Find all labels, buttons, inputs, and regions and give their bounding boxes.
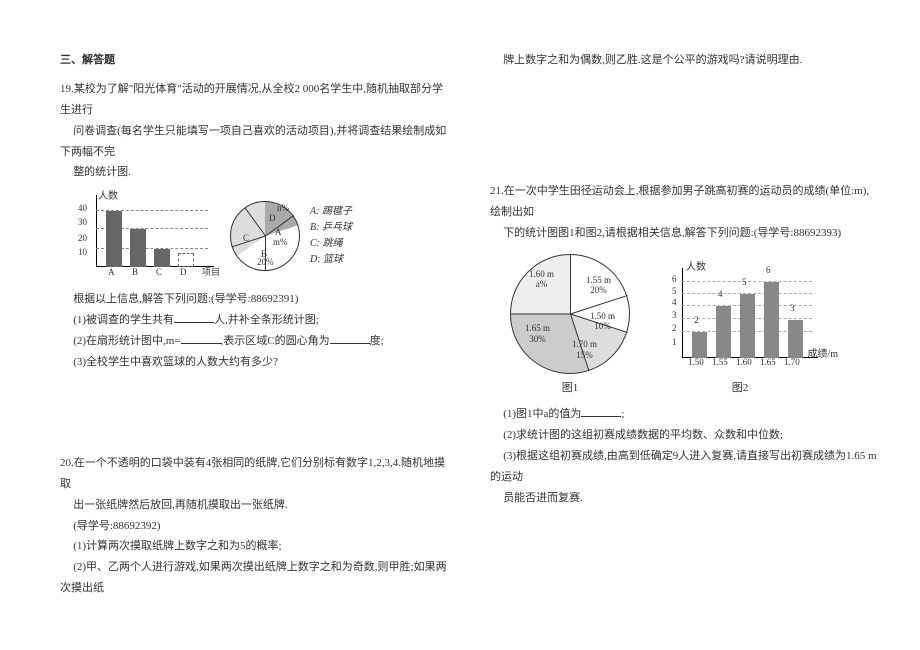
q19-bar-chart: 人数 10 20 30 40 A B C D: [70, 191, 220, 281]
q21-pie-chart: 1.55 m20% 1.50 m10% 1.70 m15% 1.65 m30%: [510, 254, 630, 374]
ytick: 20: [78, 230, 87, 247]
blank: [330, 333, 370, 344]
legend-C: C: 跳绳: [310, 236, 352, 252]
q20-part-a: (1)计算两次摸取纸牌上数字之和为5的概率;: [60, 536, 450, 557]
q20-stem-line2: 出一张纸牌然后放回,再随机摸取出一张纸牌.: [60, 495, 450, 516]
blank: [181, 333, 221, 344]
q20-stem-line1: 20.在一个不透明的口袋中装有4张相同的纸牌,它们分别标有数字1,2,3,4.随…: [60, 453, 450, 495]
bar-A: [106, 211, 122, 267]
q19-charts: 人数 10 20 30 40 A B C D: [70, 191, 450, 281]
q20-continuation: 牌上数字之和为偶数,则乙胜.这是个公平的游戏吗?请说明理由.: [490, 50, 880, 71]
left-column: 三、解答题 19.某校为了解"阳光体育"活动的开展情况,从全校2 000名学生中…: [60, 50, 450, 630]
q21-part-b: (2)求统计图的这组初赛成绩数据的平均数、众数和中位数;: [490, 425, 880, 446]
blank: [581, 406, 621, 417]
q19-legend: A: 踢毽子 B: 乒乓球 C: 跳绳 D: 篮球: [310, 204, 352, 268]
q21-stem-line1: 21.在一次中学生田径运动会上,根据参加男子跳高初赛的运动员的成绩(单位:m),…: [490, 181, 880, 223]
bar: [740, 294, 755, 358]
section-title: 三、解答题: [60, 50, 450, 71]
bar: [788, 320, 803, 358]
q21-pie-wrap: 1.55 m20% 1.50 m10% 1.70 m15% 1.65 m30%: [510, 254, 630, 399]
xtick: A: [108, 264, 115, 281]
q19-stem-line2: 问卷调查(每名学生只能填写一项自己喜欢的活动项目),并将调查结果绘制成如下两幅不…: [60, 121, 450, 163]
bar-B: [130, 229, 146, 267]
q21-caption2: 图2: [660, 378, 820, 399]
q19-prompt: 根据以上信息,解答下列问题:(导学号:88692391): [60, 289, 450, 310]
q19-part-a: (1)被调查的学生共有人,并补全条形统计图;: [60, 310, 450, 331]
bar: [764, 282, 779, 358]
q21-caption1: 图1: [510, 378, 630, 399]
q19-pie-chart: C D n% A m% B 20%: [230, 201, 300, 271]
xtick: C: [156, 264, 162, 281]
q21-part-a: (1)图1中a的值为;: [490, 404, 880, 425]
q20-part-b: (2)甲、乙两个人进行游戏,如果两次摸出纸牌上数字之和为奇数,则甲胜;如果两次摸…: [60, 557, 450, 599]
q21-bar-wrap: 人数 成绩/m 1 2 3 4 5 6: [660, 264, 820, 399]
q19-stem-line3: 整的统计图.: [60, 162, 450, 183]
q21-bar-chart: 人数 成绩/m 1 2 3 4 5 6: [660, 264, 820, 374]
q19-part-c: (3)全校学生中喜欢篮球的人数大约有多少?: [60, 352, 450, 373]
legend-B: B: 乒乓球: [310, 220, 352, 236]
q19-stem-line1: 19.某校为了解"阳光体育"活动的开展情况,从全校2 000名学生中,随机抽取部…: [60, 79, 450, 121]
problem-20: 20.在一个不透明的口袋中装有4张相同的纸牌,它们分别标有数字1,2,3,4.随…: [60, 453, 450, 599]
right-column: 牌上数字之和为偶数,则乙胜.这是个公平的游戏吗?请说明理由. 21.在一次中学生…: [490, 50, 880, 630]
ytick: 40: [78, 200, 87, 217]
problem-19: 19.某校为了解"阳光体育"活动的开展情况,从全校2 000名学生中,随机抽取部…: [60, 79, 450, 373]
content-columns: 三、解答题 19.某校为了解"阳光体育"活动的开展情况,从全校2 000名学生中…: [60, 50, 880, 630]
q19-part-b: (2)在扇形统计图中,m=,表示区域C的圆心角为度;: [60, 331, 450, 352]
q20-hint: (导学号:88692392): [60, 516, 450, 537]
legend-A: A: 踢毽子: [310, 204, 352, 220]
q21-part-c2: 员能否进而复赛.: [490, 488, 880, 509]
blank: [174, 312, 214, 323]
legend-D: D: 篮球: [310, 252, 352, 268]
xlabel: 项目: [202, 264, 220, 281]
q21-charts: 1.55 m20% 1.50 m10% 1.70 m15% 1.65 m30%: [510, 254, 880, 399]
xtick: B: [132, 264, 138, 281]
problem-21: 21.在一次中学生田径运动会上,根据参加男子跳高初赛的运动员的成绩(单位:m),…: [490, 181, 880, 509]
bar: [716, 306, 731, 358]
q21-stem-line2: 下的统计图图1和图2,请根据相关信息,解答下列问题:(导学号:88692393): [490, 223, 880, 244]
xtick: D: [180, 264, 187, 281]
q21-part-c1: (3)根据这组初赛成绩,由高到低确定9人进入复赛,请直接写出初赛成绩为1.65 …: [490, 446, 880, 488]
